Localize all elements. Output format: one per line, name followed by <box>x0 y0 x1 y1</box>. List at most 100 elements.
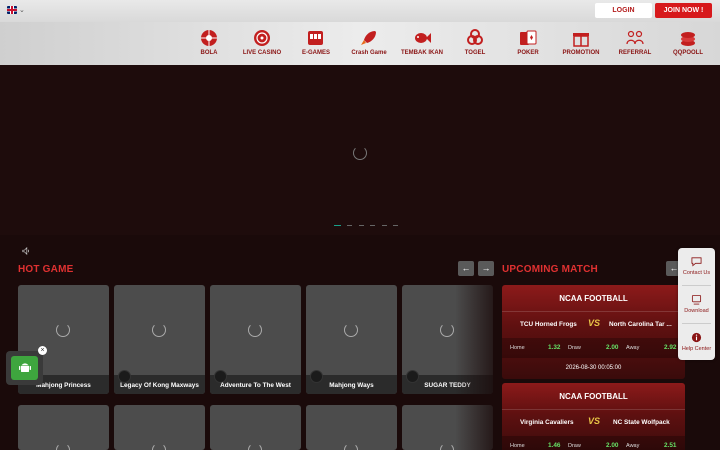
nav-label: Crash Game <box>351 50 387 56</box>
nav-item-promotion[interactable]: PROMOTION <box>551 22 611 65</box>
download-label: Download <box>684 308 709 314</box>
nav-label: E-GAMES <box>301 50 330 56</box>
nav-item-referral[interactable]: REFERRAL <box>605 22 665 65</box>
android-icon <box>18 363 31 372</box>
home-odds-label: Home <box>510 345 525 351</box>
chevron-down-icon[interactable]: ⌄ <box>19 6 25 14</box>
nav-label: REFERRAL <box>618 50 652 56</box>
chat-bubble-icon <box>691 257 702 267</box>
league-name: NCAA FOOTBALL <box>559 294 628 303</box>
loading-spinner-icon <box>152 323 166 337</box>
carousel-dot[interactable] <box>334 225 341 226</box>
away-team: NC State Wolfpack <box>613 419 670 426</box>
rocket-icon <box>361 31 376 45</box>
ball-icon <box>201 30 217 46</box>
draw-odds[interactable]: 2.00 <box>606 442 618 449</box>
draw-odds-label: Draw <box>568 443 581 449</box>
contact-label: Contact Us <box>682 270 711 276</box>
carousel-dot[interactable] <box>347 225 353 226</box>
hot-game-title: HOT GAME <box>18 264 74 275</box>
nav-label: QQPOOLL <box>673 50 703 56</box>
game-card[interactable]: Legacy Of Kong Maxways <box>114 285 205 394</box>
match-time: 2026-08-30 00:05:00 <box>565 365 622 371</box>
lottery-balls-icon <box>467 29 483 45</box>
nav-item-bola[interactable]: BOLA <box>179 22 239 65</box>
uk-flag-icon[interactable] <box>7 6 17 14</box>
hero-banner[interactable] <box>0 65 720 235</box>
nav-item-togel[interactable]: TOGEL <box>445 22 505 65</box>
game-card[interactable] <box>114 405 205 450</box>
carousel-dot[interactable] <box>381 225 387 226</box>
download-icon <box>691 294 702 305</box>
android-download-button[interactable] <box>11 356 38 380</box>
nav-label: PROMOTION <box>562 50 600 56</box>
away-odds[interactable]: 2.51 <box>664 442 676 449</box>
vs-badge: VS <box>588 318 601 328</box>
main-nav: BOLA LIVE CASINO E-GAMES Crash Game TEMB… <box>0 22 720 65</box>
loading-spinner-icon <box>344 323 358 337</box>
loading-spinner-icon <box>248 323 262 337</box>
nav-label: BOLA <box>200 50 218 56</box>
carousel-dot[interactable] <box>358 225 364 226</box>
help-center-button[interactable]: Help Center <box>678 324 715 361</box>
chips-icon <box>681 32 695 46</box>
game-card[interactable]: Adventure To The West <box>210 285 301 394</box>
divider <box>502 311 685 312</box>
home-team: TCU Horned Frogs <box>520 321 577 328</box>
people-icon <box>626 30 644 45</box>
game-name: Adventure To The West <box>220 382 291 389</box>
loading-spinner-icon <box>344 443 358 450</box>
help-label: Help Center <box>681 346 712 352</box>
roulette-icon <box>254 30 270 46</box>
hot-game-next-button[interactable]: → <box>478 261 494 276</box>
join-now-button[interactable]: JOIN NOW ! <box>655 3 712 18</box>
nav-item-crash-game[interactable]: Crash Game <box>339 22 399 65</box>
game-card[interactable]: Mahjong Ways <box>306 285 397 394</box>
sound-icon[interactable] <box>22 247 30 255</box>
loading-spinner-icon <box>440 443 454 450</box>
hot-game-prev-button[interactable]: ← <box>458 261 474 276</box>
match-card[interactable]: NCAA FOOTBALL TCU Horned Frogs VS North … <box>502 285 685 379</box>
nav-item-tembak-ikan[interactable]: TEMBAK IKAN <box>392 22 452 65</box>
home-odds[interactable]: 1.32 <box>548 344 560 351</box>
home-team: Virginia Cavaliers <box>520 419 574 426</box>
game-name: Legacy Of Kong Maxways <box>120 382 199 389</box>
nav-label: TOGEL <box>464 50 486 56</box>
fish-icon <box>415 33 431 43</box>
game-card[interactable] <box>18 405 109 450</box>
login-button[interactable]: LOGIN <box>595 3 652 18</box>
nav-item-e-games[interactable]: E-GAMES <box>286 22 346 65</box>
game-card[interactable] <box>306 405 397 450</box>
home-odds[interactable]: 1.46 <box>548 442 560 449</box>
divider <box>502 409 685 410</box>
away-team: North Carolina Tar ... <box>609 321 672 328</box>
draw-odds[interactable]: 2.00 <box>606 344 618 351</box>
side-help-widget: Contact Us Download Help Center <box>678 248 715 360</box>
odds-row: Home 1.32 Draw 2.00 Away 2.92 <box>502 338 685 358</box>
match-card[interactable]: NCAA FOOTBALL Virginia Cavaliers VS NC S… <box>502 383 685 450</box>
upcoming-match-title: UPCOMING MATCH <box>502 264 598 275</box>
odds-row: Home 1.46 Draw 2.00 Away 2.51 <box>502 436 685 450</box>
carousel-dot[interactable] <box>370 225 376 226</box>
slot-machine-icon <box>308 31 323 45</box>
game-card[interactable] <box>210 405 301 450</box>
league-name: NCAA FOOTBALL <box>559 392 628 401</box>
nav-item-poker[interactable]: POKER <box>498 22 558 65</box>
download-button[interactable]: Download <box>678 286 715 323</box>
nav-label: LIVE CASINO <box>242 50 282 56</box>
away-odds[interactable]: 2.92 <box>664 344 676 351</box>
carousel-dot[interactable] <box>393 225 399 226</box>
away-odds-label: Away <box>626 345 640 351</box>
carousel-indicators <box>334 225 400 228</box>
gift-icon <box>573 33 589 47</box>
nav-item-qqpooll[interactable]: QQPOOLL <box>658 22 718 65</box>
loading-spinner-icon <box>56 323 70 337</box>
nav-item-live-casino[interactable]: LIVE CASINO <box>232 22 292 65</box>
android-download-widget[interactable] <box>6 351 43 385</box>
close-icon[interactable]: × <box>38 346 47 355</box>
cards-icon <box>520 30 537 45</box>
vs-badge: VS <box>588 416 601 426</box>
loading-spinner-icon <box>440 323 454 337</box>
loading-spinner-icon <box>353 146 367 160</box>
contact-us-button[interactable]: Contact Us <box>678 248 715 285</box>
